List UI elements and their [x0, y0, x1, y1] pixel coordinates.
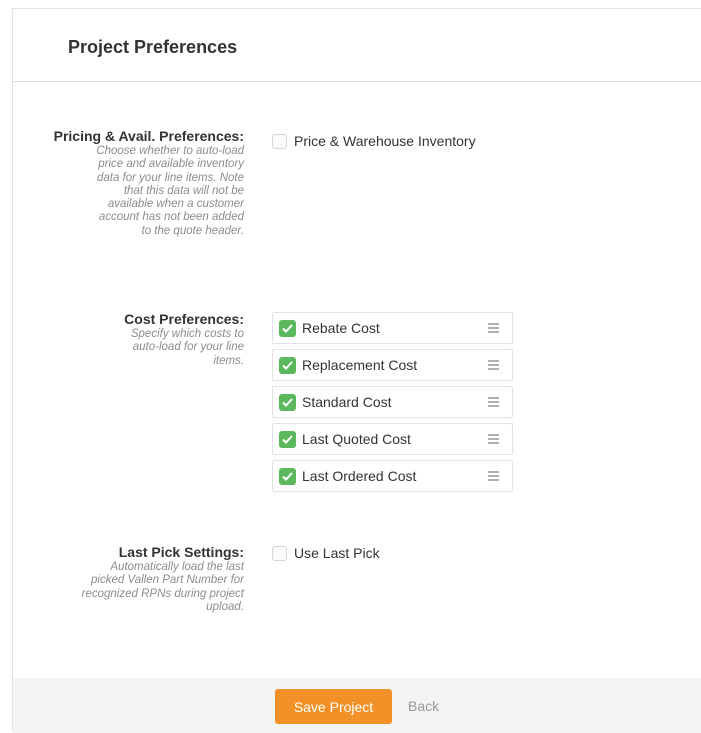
checkmark-icon: [282, 434, 293, 444]
cost-description: Specify which costs to auto-load for you…: [130, 328, 244, 367]
checkbox-checked[interactable]: [279, 319, 296, 337]
page-title: Project Preferences: [68, 37, 238, 57]
cost-sortable-list: Rebate Cost Replacement Cost Standard Co…: [272, 312, 513, 492]
use-last-pick-option[interactable]: Use Last Pick: [272, 544, 380, 562]
pricing-description: Choose whether to auto-load price and av…: [96, 145, 244, 237]
list-item[interactable]: Standard Cost: [272, 386, 513, 418]
cost-item-label: Standard Cost: [302, 394, 392, 410]
checkbox-checked[interactable]: [279, 356, 296, 374]
form-footer: Save Project Back: [13, 678, 701, 733]
pricing-controls: Price & Warehouse Inventory: [272, 132, 476, 150]
list-item[interactable]: Last Ordered Cost: [272, 460, 513, 492]
price-inventory-checkbox[interactable]: [272, 133, 287, 149]
cost-item-label: Last Ordered Cost: [302, 468, 417, 484]
checkmark-icon: [282, 471, 293, 481]
cost-title: Cost Preferences:: [124, 311, 244, 327]
use-last-pick-label: Use Last Pick: [294, 545, 380, 561]
cost-item-label: Rebate Cost: [302, 320, 380, 336]
preferences-panel: Project Preferences Pricing & Avail. Pre…: [12, 8, 701, 733]
checkbox-checked[interactable]: [279, 467, 296, 485]
drag-handle-icon[interactable]: [488, 360, 499, 370]
cost-controls: Rebate Cost Replacement Cost Standard Co…: [272, 312, 513, 497]
checkbox-checked[interactable]: [279, 430, 296, 448]
drag-handle-icon[interactable]: [488, 397, 499, 407]
list-item[interactable]: Rebate Cost: [272, 312, 513, 344]
last-pick-title: Last Pick Settings:: [118, 544, 244, 560]
checkmark-icon: [282, 323, 293, 333]
cost-label-group: Cost Preferences: Specify which costs to…: [14, 311, 244, 368]
checkmark-icon: [282, 397, 293, 407]
use-last-pick-checkbox[interactable]: [272, 545, 287, 561]
drag-handle-icon[interactable]: [488, 323, 499, 333]
price-inventory-label: Price & Warehouse Inventory: [294, 133, 476, 149]
pricing-title: Pricing & Avail. Preferences:: [53, 128, 244, 144]
checkmark-icon: [282, 360, 293, 370]
drag-handle-icon[interactable]: [488, 471, 499, 481]
list-item[interactable]: Replacement Cost: [272, 349, 513, 381]
last-pick-description: Automatically load the last picked Valle…: [81, 561, 244, 613]
last-pick-controls: Use Last Pick: [272, 544, 380, 562]
panel-header: Project Preferences: [13, 9, 701, 82]
drag-handle-icon[interactable]: [488, 434, 499, 444]
list-item[interactable]: Last Quoted Cost: [272, 423, 513, 455]
save-project-button[interactable]: Save Project: [275, 689, 392, 724]
pricing-label-group: Pricing & Avail. Preferences: Choose whe…: [14, 128, 244, 238]
back-link[interactable]: Back: [401, 689, 446, 724]
cost-item-label: Replacement Cost: [302, 357, 418, 373]
last-pick-label-group: Last Pick Settings: Automatically load t…: [14, 544, 244, 614]
cost-item-label: Last Quoted Cost: [302, 431, 411, 447]
price-inventory-option[interactable]: Price & Warehouse Inventory: [272, 132, 476, 150]
checkbox-checked[interactable]: [279, 393, 296, 411]
